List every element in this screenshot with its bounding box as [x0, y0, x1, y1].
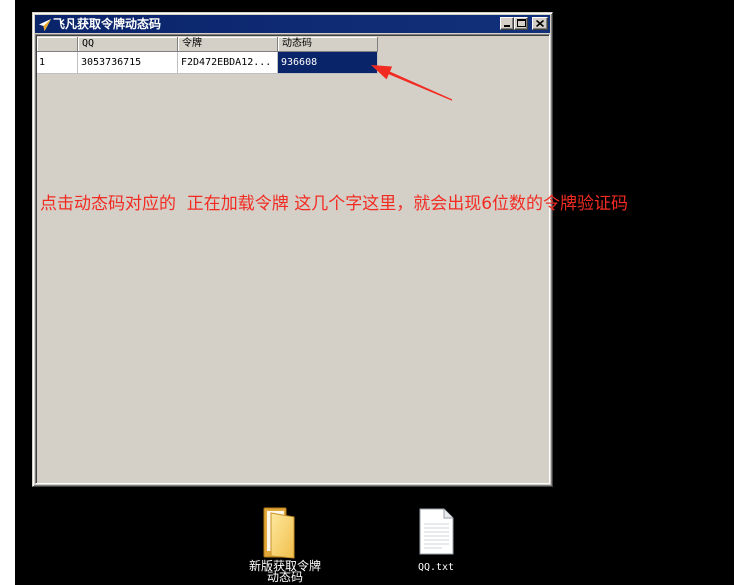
folder-icon	[263, 507, 295, 559]
annotation-text: 点击动态码对应的 正在加载令牌 这几个字这里，就会出现6位数的令牌验证码	[40, 194, 629, 214]
text-file-icon	[419, 508, 454, 555]
grid-control[interactable]: QQ 令牌 动态码 1 3053736715 F2D472EBDA12... 9…	[35, 34, 550, 484]
close-button[interactable]	[532, 17, 548, 30]
header-cell-code[interactable]: 动态码	[278, 37, 378, 52]
app-window: 飞凡获取令牌动态码 QQ 令牌 动态码 1 3053736715 F2D472E…	[32, 12, 553, 487]
minimize-icon	[504, 25, 510, 27]
header-cell-token[interactable]: 令牌	[178, 37, 278, 52]
row-index-cell[interactable]: 1	[37, 52, 78, 74]
table-row[interactable]: 1 3053736715 F2D472EBDA12... 936608	[37, 52, 378, 74]
header-cell-corner[interactable]	[37, 37, 78, 52]
text-file-label: QQ.txt	[417, 562, 455, 573]
minimize-button[interactable]	[500, 17, 514, 30]
token-cell[interactable]: F2D472EBDA12...	[178, 52, 278, 74]
title-bar[interactable]: 飞凡获取令牌动态码	[35, 15, 550, 33]
grid-header: QQ 令牌 动态码	[37, 37, 378, 52]
close-icon	[536, 20, 544, 27]
maximize-button[interactable]	[514, 17, 528, 30]
dynamic-code-cell[interactable]: 936608	[278, 52, 378, 74]
desktop-item-folder[interactable]: 新版获取令牌动态码	[247, 505, 323, 585]
paper-plane-icon	[38, 17, 52, 31]
desktop-item-text-file[interactable]: QQ.txt	[411, 508, 461, 576]
header-cell-qq[interactable]: QQ	[78, 37, 178, 52]
qq-cell[interactable]: 3053736715	[78, 52, 178, 74]
window-title: 飞凡获取令牌动态码	[53, 17, 162, 31]
maximize-icon	[517, 19, 526, 27]
folder-label: 新版获取令牌动态码	[248, 559, 321, 584]
